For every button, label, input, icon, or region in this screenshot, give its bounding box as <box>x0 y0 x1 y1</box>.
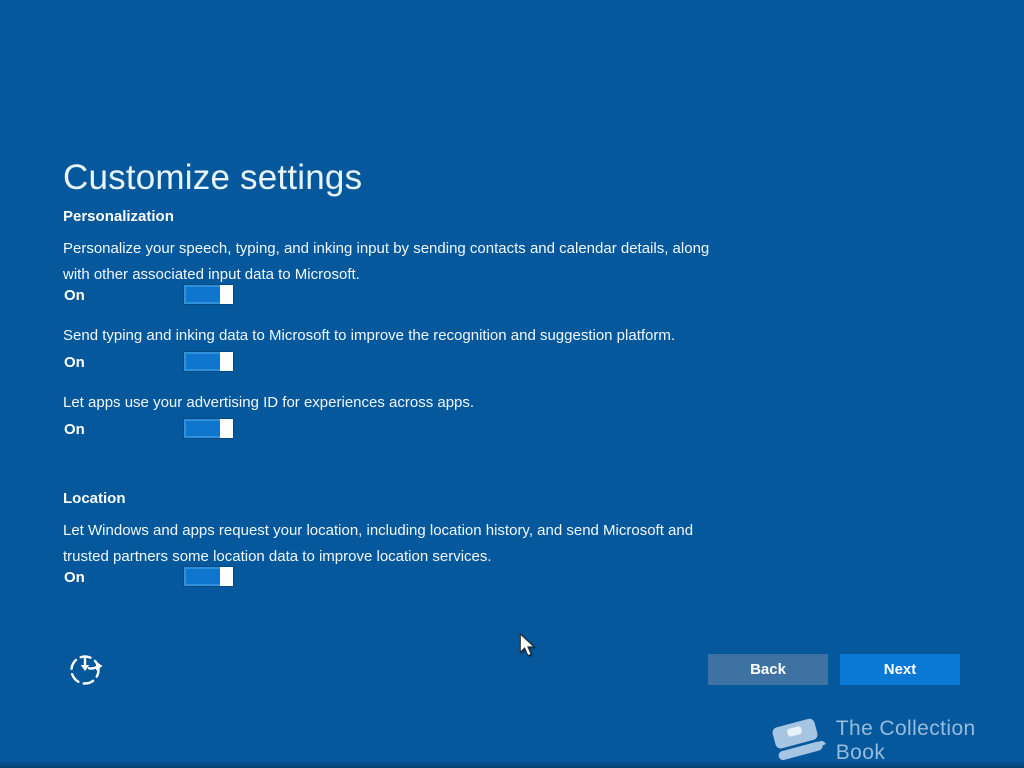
section-heading-personalization: Personalization <box>63 208 174 225</box>
setting-row-typing-inking-data: On <box>63 352 463 371</box>
setting-description-advertising-id: Let apps use your advertising ID for exp… <box>63 394 475 411</box>
watermark: The Collection Book <box>770 716 1024 766</box>
section-heading-location: Location <box>63 490 126 507</box>
toggle-state-label: On <box>64 421 85 438</box>
setting-row-location: On <box>63 567 463 586</box>
oobe-customize-settings-screen: Customize settings Personalization Perso… <box>0 0 1024 768</box>
toggle-knob[interactable] <box>220 285 233 304</box>
next-button[interactable]: Next <box>840 654 960 685</box>
toggle-speech-typing-inking[interactable] <box>184 285 233 304</box>
toggle-advertising-id[interactable] <box>184 419 233 438</box>
setting-description-typing-inking-data: Send typing and inking data to Microsoft… <box>63 327 676 344</box>
ease-of-access-icon <box>70 655 103 685</box>
page-title: Customize settings <box>63 158 363 198</box>
setting-row-advertising-id: On <box>63 419 463 438</box>
toggle-knob[interactable] <box>220 352 233 371</box>
toggle-state-label: On <box>64 287 85 304</box>
toggle-state-label: On <box>64 569 85 586</box>
setting-description-location: Let Windows and apps request your locati… <box>63 522 694 565</box>
toggle-knob[interactable] <box>220 567 233 586</box>
toggle-typing-inking-data[interactable] <box>184 352 233 371</box>
toggle-location[interactable] <box>184 567 233 586</box>
arrow-cursor-icon <box>519 633 536 657</box>
book-icon <box>772 718 826 761</box>
watermark-label: The Collection Book <box>835 717 976 764</box>
setting-description-speech-typing-inking: Personalize your speech, typing, and ink… <box>63 240 710 283</box>
setting-row-speech-typing-inking: On <box>63 285 463 304</box>
back-button[interactable]: Back <box>708 654 828 685</box>
toggle-knob[interactable] <box>220 419 233 438</box>
bottom-vignette <box>0 761 1024 768</box>
ease-of-access-button[interactable] <box>67 649 107 689</box>
toggle-state-label: On <box>64 354 85 371</box>
